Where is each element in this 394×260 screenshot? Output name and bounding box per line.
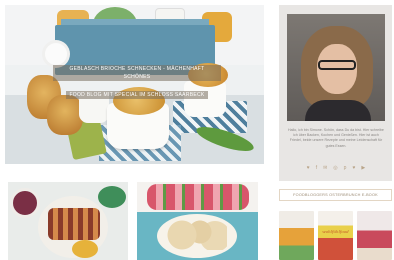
social-icon[interactable]: ♥	[352, 165, 355, 171]
social-icon[interactable]: ✉	[323, 165, 327, 171]
ebook-thumbnail[interactable]: wohlfühlfood	[318, 211, 353, 260]
card-herbs	[98, 186, 126, 208]
hero-bun	[47, 95, 83, 135]
ebook-thumbnail[interactable]	[279, 211, 314, 260]
sidebar-about: Hallo, ich bin Simone. Schön, dass Du da…	[279, 5, 392, 181]
author-bio: Hallo, ich bin Simone. Schön, dass Du da…	[288, 128, 384, 148]
social-icon[interactable]: ◎	[333, 165, 337, 171]
hero-caption-line[interactable]: GEBLASCH BRIOCHE SCHNECKEN - MÄCHENHAFT …	[53, 65, 221, 81]
social-links: ♥ f ✉ ◎ p ♥ ▶	[287, 165, 385, 171]
photo-glasses	[318, 60, 356, 70]
widget-thumbnails: wohlfühlfood	[279, 211, 392, 260]
social-icon[interactable]: ▶	[361, 165, 365, 171]
post-card[interactable]	[137, 182, 258, 260]
social-icon[interactable]: p	[344, 165, 347, 171]
thumbnail-script: wohlfühlfood	[322, 229, 349, 234]
author-photo	[287, 14, 385, 121]
photo-shirt	[305, 100, 371, 121]
card-dip	[72, 240, 98, 258]
sidebar-ebook-widget: Foodbloggers Osterbrunch E-Book wohlfühl…	[279, 189, 392, 260]
card-food	[48, 208, 100, 240]
card-buns	[167, 220, 227, 250]
card-tulips	[147, 184, 249, 210]
hero-caption-line[interactable]: FOOD BLOG MIT SPECIAL IM SCHLOSS SAARBEC…	[66, 91, 208, 99]
social-icon[interactable]: f	[316, 165, 317, 171]
widget-title: Foodbloggers Osterbrunch E-Book	[279, 189, 392, 201]
post-card[interactable]	[8, 182, 128, 260]
social-icon[interactable]: ♥	[307, 165, 310, 171]
hero-flower	[45, 43, 67, 65]
ebook-thumbnail[interactable]	[357, 211, 392, 260]
card-bowl	[10, 188, 40, 218]
hero-caption[interactable]: GEBLASCH BRIOCHE SCHNECKEN - MÄCHENHAFT …	[53, 65, 221, 101]
hero-featured-post[interactable]: GEBLASCH BRIOCHE SCHNECKEN - MÄCHENHAFT …	[5, 5, 264, 164]
